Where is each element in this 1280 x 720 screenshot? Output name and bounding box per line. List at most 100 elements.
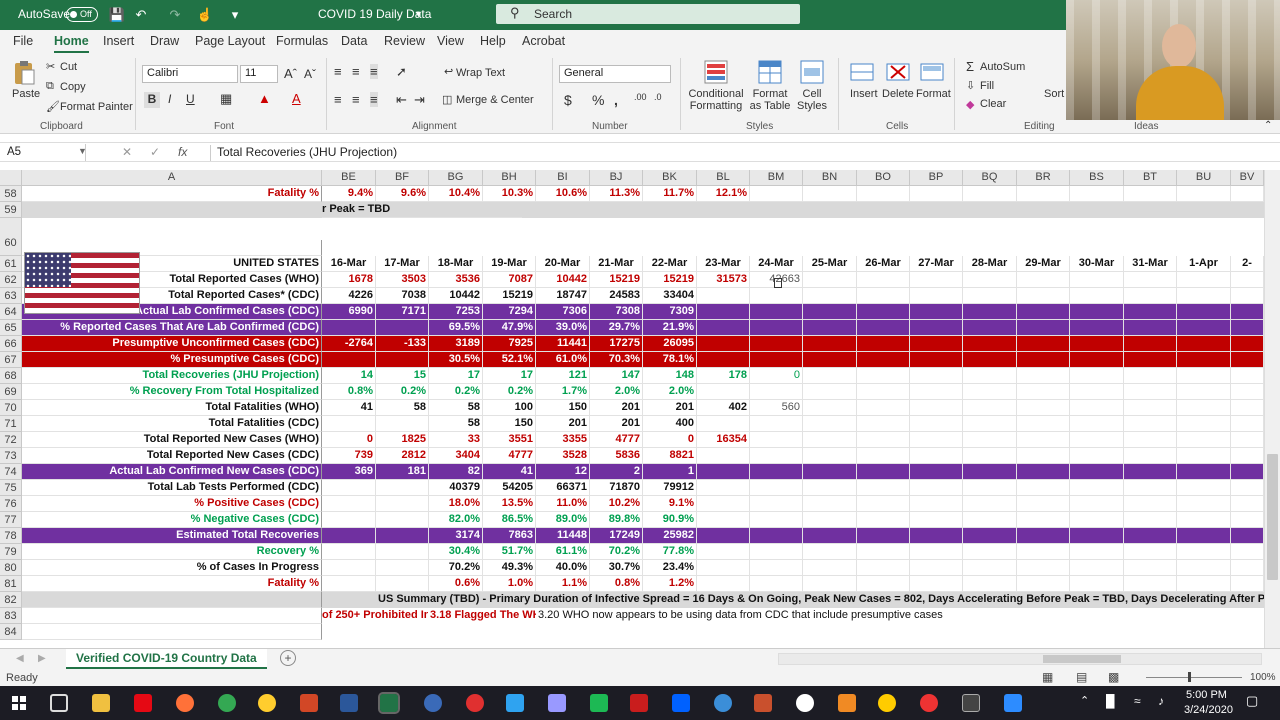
- delete-button[interactable]: Delete: [882, 88, 914, 100]
- data-cell[interactable]: [857, 432, 910, 448]
- data-cell[interactable]: [1231, 528, 1264, 544]
- data-cell[interactable]: 17249: [590, 528, 643, 544]
- data-cell[interactable]: [1070, 512, 1124, 528]
- data-cell[interactable]: [963, 400, 1017, 416]
- data-cell[interactable]: [1177, 496, 1231, 512]
- data-cell[interactable]: [1124, 560, 1177, 576]
- data-cell[interactable]: [857, 464, 910, 480]
- data-cell[interactable]: [1177, 432, 1231, 448]
- row-header[interactable]: 71: [0, 416, 22, 432]
- data-cell[interactable]: 82.0%: [429, 512, 483, 528]
- row-header[interactable]: 60: [0, 218, 22, 256]
- data-cell[interactable]: [1017, 304, 1070, 320]
- data-cell[interactable]: [963, 480, 1017, 496]
- data-cell[interactable]: 17-Mar: [376, 256, 429, 272]
- data-cell[interactable]: [910, 512, 963, 528]
- data-cell[interactable]: 26095: [643, 336, 697, 352]
- cell-styles-icon[interactable]: [800, 60, 824, 84]
- data-cell[interactable]: [963, 304, 1017, 320]
- data-cell[interactable]: [963, 368, 1017, 384]
- data-cell[interactable]: 11441: [536, 336, 590, 352]
- data-cell[interactable]: [1017, 336, 1070, 352]
- row-label[interactable]: Actual Lab Confirmed New Cases (CDC): [22, 464, 322, 480]
- tab-formulas[interactable]: Formulas: [276, 34, 328, 48]
- data-cell[interactable]: [857, 352, 910, 368]
- italic-button[interactable]: I: [168, 92, 171, 106]
- data-cell[interactable]: [1017, 288, 1070, 304]
- comma-icon[interactable]: ,: [614, 92, 618, 108]
- data-cell[interactable]: 10.6%: [536, 186, 590, 202]
- data-cell[interactable]: 17: [483, 368, 536, 384]
- data-cell[interactable]: [1017, 368, 1070, 384]
- data-cell[interactable]: [750, 528, 803, 544]
- number-format-box[interactable]: General: [559, 65, 671, 83]
- data-cell[interactable]: 90.9%: [643, 512, 697, 528]
- data-cell[interactable]: [750, 448, 803, 464]
- data-cell[interactable]: [910, 384, 963, 400]
- row-header[interactable]: 61: [0, 256, 22, 272]
- cut-icon[interactable]: ✂: [46, 60, 55, 73]
- tab-home[interactable]: Home: [54, 34, 89, 53]
- data-cell[interactable]: [1070, 304, 1124, 320]
- merge-icon[interactable]: ◫: [442, 93, 452, 106]
- data-cell[interactable]: [1124, 576, 1177, 592]
- row-label[interactable]: Total Lab Tests Performed (CDC): [22, 480, 322, 496]
- data-cell[interactable]: [1017, 528, 1070, 544]
- decrease-indent-icon[interactable]: ⇤: [396, 92, 407, 108]
- data-cell[interactable]: 1.2%: [643, 576, 697, 592]
- data-cell[interactable]: [697, 304, 750, 320]
- column-header[interactable]: BQ: [963, 170, 1017, 186]
- data-cell[interactable]: 61.1%: [536, 544, 590, 560]
- data-cell[interactable]: [697, 288, 750, 304]
- row-label[interactable]: % Positive Cases (CDC): [22, 496, 322, 512]
- redo-icon[interactable]: ↷: [166, 6, 184, 24]
- cut-button[interactable]: Cut: [60, 61, 77, 73]
- data-cell[interactable]: [1231, 480, 1264, 496]
- data-cell[interactable]: [697, 512, 750, 528]
- data-cell[interactable]: [1070, 480, 1124, 496]
- zoom-level[interactable]: 100%: [1250, 672, 1276, 683]
- data-cell[interactable]: 5836: [590, 448, 643, 464]
- data-cell[interactable]: [376, 320, 429, 336]
- data-cell[interactable]: 39.0%: [536, 320, 590, 336]
- data-cell[interactable]: [697, 352, 750, 368]
- data-cell[interactable]: [963, 560, 1017, 576]
- row-header[interactable]: 70: [0, 400, 22, 416]
- data-cell[interactable]: 29.7%: [590, 320, 643, 336]
- data-cell[interactable]: [803, 272, 857, 288]
- zoom-slider[interactable]: [1146, 672, 1242, 682]
- data-cell[interactable]: [963, 336, 1017, 352]
- data-cell[interactable]: [1124, 448, 1177, 464]
- data-cell[interactable]: 8821: [643, 448, 697, 464]
- data-cell[interactable]: [750, 480, 803, 496]
- data-cell[interactable]: 29-Mar: [1017, 256, 1070, 272]
- shrink-font-icon[interactable]: Aˇ: [304, 67, 316, 81]
- photoshop-icon[interactable]: [506, 694, 524, 712]
- row-label[interactable]: Total Reported New Cases (WHO): [22, 432, 322, 448]
- format-painter-button[interactable]: Format Painter: [60, 101, 133, 113]
- data-cell[interactable]: [750, 544, 803, 560]
- data-cell[interactable]: [322, 320, 376, 336]
- data-cell[interactable]: [803, 512, 857, 528]
- data-cell[interactable]: 560: [750, 400, 803, 416]
- data-cell[interactable]: 201: [590, 400, 643, 416]
- data-cell[interactable]: [857, 576, 910, 592]
- data-cell[interactable]: [376, 560, 429, 576]
- format-painter-icon[interactable]: 🖌: [46, 100, 60, 113]
- data-cell[interactable]: 21.9%: [643, 320, 697, 336]
- data-cell[interactable]: [322, 416, 376, 432]
- data-cell[interactable]: 70.2%: [429, 560, 483, 576]
- data-cell[interactable]: [1231, 400, 1264, 416]
- data-cell[interactable]: 12: [536, 464, 590, 480]
- row-header[interactable]: 76: [0, 496, 22, 512]
- data-cell[interactable]: [857, 544, 910, 560]
- paste-button[interactable]: Paste: [12, 88, 40, 100]
- data-cell[interactable]: 150: [536, 400, 590, 416]
- tab-page-layout[interactable]: Page Layout: [195, 34, 265, 48]
- data-cell[interactable]: [963, 528, 1017, 544]
- data-cell[interactable]: [1017, 272, 1070, 288]
- tab-help[interactable]: Help: [480, 34, 506, 48]
- data-cell[interactable]: [857, 336, 910, 352]
- data-cell[interactable]: [1017, 544, 1070, 560]
- data-cell[interactable]: [803, 448, 857, 464]
